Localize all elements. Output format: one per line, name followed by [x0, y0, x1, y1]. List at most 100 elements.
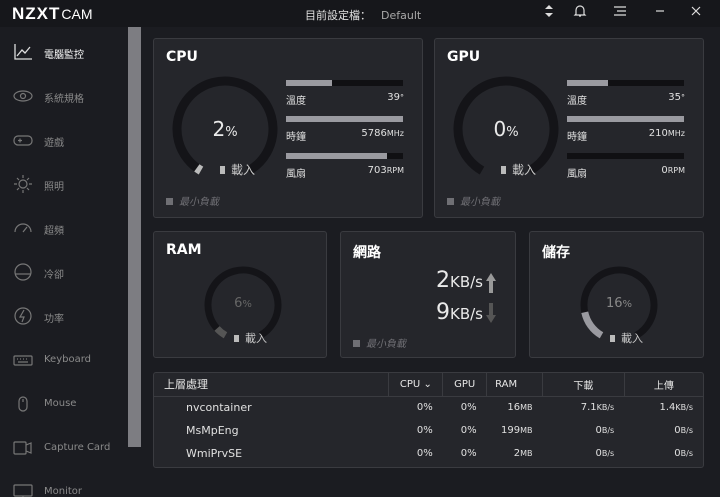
close-icon[interactable] — [687, 4, 705, 22]
network-card[interactable]: 網路 2KB/s 9KB/s 最小負載 — [340, 231, 516, 358]
gpu-fan-bar — [567, 153, 684, 159]
process-name: nvcontainer — [186, 401, 252, 415]
process-upload: 0B/s — [674, 448, 693, 459]
col-header-download[interactable]: 下載 — [542, 373, 625, 397]
process-name: WmiPrvSE — [186, 447, 243, 460]
eye-icon — [12, 86, 34, 106]
col-header-upload[interactable]: 上傳 — [624, 373, 703, 397]
sidebar-scrollbar[interactable] — [128, 27, 141, 447]
sidebar-item-label: Mouse — [44, 398, 77, 409]
process-table: 上層處理 CPU ⌄ GPU RAM 下載 上傳 nvcontainer 0% … — [153, 372, 704, 468]
cpu-load-value: 2% — [212, 117, 238, 141]
sidebar-item-system-specs[interactable]: 系統規格 — [0, 82, 128, 112]
table-row[interactable]: WmiPrvSE 0% 0% 2MB 0B/s 0B/s — [154, 442, 703, 465]
app-logo: NZXTCAM — [12, 4, 93, 23]
process-download: 0B/s — [595, 448, 615, 459]
sidebar-item-capture-card[interactable]: Capture Card — [0, 434, 128, 464]
gpu-load-label: 載入 — [501, 161, 536, 178]
storage-title: 儲存 — [542, 245, 570, 261]
cpu-min-load: 最小負載 — [166, 193, 219, 208]
light-icon — [12, 174, 34, 194]
ram-load-value: 6% — [234, 296, 252, 311]
sidebar-item-label: 系統規格 — [44, 94, 84, 105]
cpu-fan-bar — [286, 153, 403, 159]
storage-card[interactable]: 儲存 16% 載入 — [529, 231, 704, 358]
chevron-down-icon: ⌄ — [423, 378, 432, 390]
cpu-fan-label: 風扇 — [286, 169, 306, 180]
sidebar-item-label: 超頻 — [44, 226, 64, 237]
sidebar-item-label: 電腦監控 — [44, 50, 84, 61]
keyboard-icon — [12, 350, 34, 370]
sidebar-item-label: Capture Card — [44, 442, 111, 453]
ram-title: RAM — [166, 242, 202, 258]
gpu-fan-label: 風扇 — [567, 169, 587, 180]
sidebar-item-label: Monitor — [44, 486, 83, 497]
bell-icon[interactable] — [571, 4, 589, 22]
process-cpu: 0% — [416, 425, 433, 436]
gpu-clock-bar — [567, 116, 684, 122]
process-download: 7.1KB/s — [580, 402, 615, 414]
gpu-fan-value: 0RPM — [661, 165, 685, 176]
process-upload: 1.4KB/s — [659, 402, 693, 414]
gpu-title: GPU — [447, 49, 481, 65]
col-header-ram[interactable]: RAM — [486, 373, 544, 397]
arrow-down-icon — [485, 302, 497, 328]
mouse-icon — [12, 394, 34, 414]
sidebar-item-label: 遊戲 — [44, 138, 64, 149]
process-gpu: 0% — [460, 425, 477, 436]
network-down-value: 2KB/s — [436, 268, 483, 293]
sidebar-item-games[interactable]: 遊戲 — [0, 126, 128, 156]
profile-label: 目前設定檔： — [305, 9, 371, 22]
storage-load-value: 16% — [605, 296, 633, 311]
ram-load-label: 載入 — [234, 330, 267, 346]
network-up-value: 9KB/s — [436, 300, 483, 325]
cpu-temp-value: 39° — [387, 92, 404, 103]
network-min-load: 最小負載 — [353, 335, 406, 350]
power-icon — [12, 306, 34, 326]
monitor-chart-icon — [12, 42, 34, 62]
gpu-temp-label: 溫度 — [567, 96, 587, 107]
profile-switch-icon[interactable] — [540, 4, 558, 22]
profile-selector[interactable]: 目前設定檔： Default — [305, 7, 421, 23]
process-cpu: 0% — [416, 402, 433, 414]
capture-card-icon — [12, 438, 34, 458]
cpu-clock-label: 時鐘 — [286, 132, 306, 143]
monitor-icon — [12, 482, 34, 497]
process-ram: 199MB — [501, 425, 533, 436]
sidebar-item-monitoring[interactable]: 電腦監控 — [0, 38, 128, 68]
gpu-clock-value: 210MHz — [648, 128, 685, 139]
fan-icon — [12, 262, 34, 282]
arrow-up-icon — [485, 272, 497, 298]
col-header-gpu[interactable]: GPU — [442, 373, 488, 397]
table-row[interactable]: MsMpEng 0% 0% 199MB 0B/s 0B/s — [154, 419, 703, 442]
cpu-card[interactable]: CPU 2% 載入 最小負載 溫度 39° 時鐘 5786MHz 風扇 703R… — [153, 38, 423, 218]
sidebar-item-power[interactable]: 功率 — [0, 302, 128, 332]
process-gpu: 0% — [460, 448, 477, 459]
gpu-clock-label: 時鐘 — [567, 132, 587, 143]
sidebar-item-mouse[interactable]: Mouse — [0, 390, 128, 420]
sidebar-item-monitor[interactable]: Monitor — [0, 478, 128, 497]
gpu-temp-bar — [567, 80, 684, 86]
sidebar-item-overclocking[interactable]: 超頻 — [0, 214, 128, 244]
sidebar-item-label: 冷卻 — [44, 270, 64, 281]
sidebar-item-label: 功率 — [44, 314, 64, 325]
table-row[interactable]: nvcontainer 0% 0% 16MB 7.1KB/s 1.4KB/s — [154, 396, 703, 419]
ram-card[interactable]: RAM 6% 載入 — [153, 231, 327, 358]
col-header-process: 上層處理 — [154, 373, 390, 397]
cpu-fan-value: 703RPM — [367, 165, 404, 176]
menu-icon[interactable] — [611, 4, 629, 22]
title-bar: NZXTCAM 目前設定檔： Default — [0, 0, 720, 27]
process-ram: 16MB — [507, 402, 533, 414]
sidebar-item-lighting[interactable]: 照明 — [0, 170, 128, 200]
minimize-icon[interactable] — [651, 4, 669, 22]
cpu-load-label: 載入 — [220, 161, 255, 178]
cpu-clock-bar — [286, 116, 403, 122]
process-name: MsMpEng — [186, 424, 239, 437]
sidebar-item-cooling[interactable]: 冷卻 — [0, 258, 128, 288]
process-ram: 2MB — [513, 448, 533, 459]
profile-value: Default — [381, 9, 422, 22]
sidebar-item-keyboard[interactable]: Keyboard — [0, 346, 128, 376]
col-header-cpu[interactable]: CPU ⌄ — [388, 373, 444, 397]
cpu-temp-label: 溫度 — [286, 96, 306, 107]
gpu-card[interactable]: GPU 0% 載入 最小負載 溫度 35° 時鐘 210MHz 風扇 0RPM — [434, 38, 704, 218]
